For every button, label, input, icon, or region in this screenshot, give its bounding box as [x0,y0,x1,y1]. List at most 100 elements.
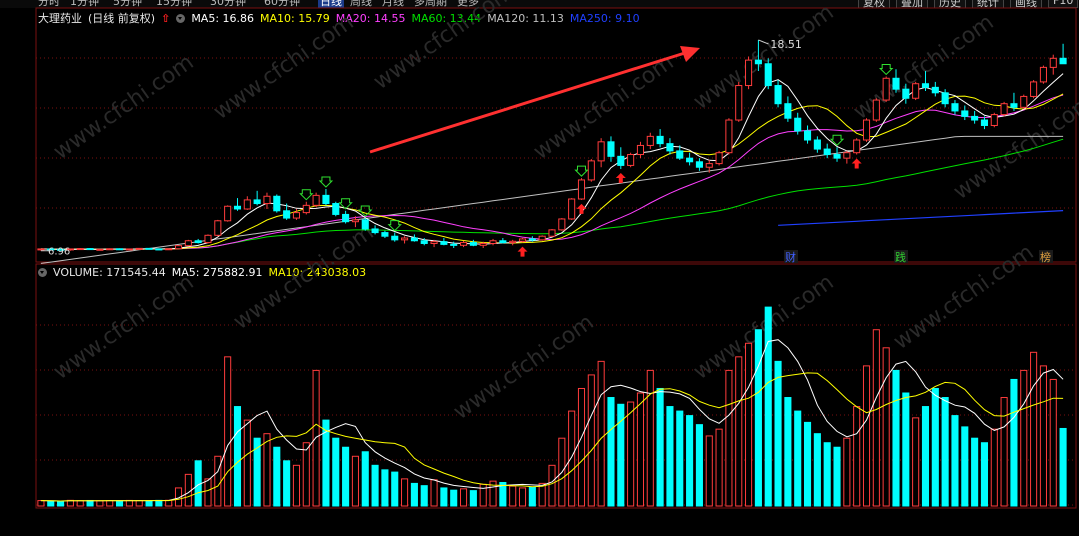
candle-body-68 [705,163,713,168]
ma250-line [778,210,1064,226]
candle-body-74 [764,63,772,87]
green-down-arrow-icon [387,220,402,232]
volume-bar-6 [96,500,104,507]
candle-body-63 [656,135,664,145]
candle-body-81 [833,154,841,159]
candle-body-24 [273,195,281,212]
watermark-text: www.cfchi.com [229,220,378,335]
volume-bar-26 [292,464,301,507]
volume-bar-99 [1010,378,1018,507]
candle-body-91 [931,86,939,94]
candle-body-48 [509,240,517,244]
volume-bar-20 [233,406,242,507]
candle-body-61 [636,144,645,156]
volume-bar-100 [1020,369,1028,507]
volume-bar-30 [332,437,340,507]
candle-body-41 [440,241,448,245]
candle-body-64 [666,143,674,152]
volume-bar-28 [312,369,320,507]
candle-body-92 [941,92,949,105]
volume-bar-18 [214,455,222,507]
watermark-text: www.cfchi.com [449,310,598,425]
candle-body-54 [568,198,576,220]
candle-body-30 [332,203,340,215]
volume-bar-67 [695,424,703,507]
candle-body-21 [243,199,251,210]
candle-body-23 [263,195,271,205]
volume-bar-60 [627,401,635,507]
volume-bar-32 [351,455,359,507]
volume-bar-11 [145,500,153,507]
candle-body-94 [961,110,969,117]
candle-body-77 [794,117,802,132]
candle-body-39 [420,240,428,244]
volume-bar-74 [764,306,772,507]
volume-bar-25 [283,460,291,507]
green-down-arrow-icon [299,189,314,201]
candle-body-78 [803,130,812,141]
candle-body-13 [165,248,173,251]
candle-body-40 [430,241,438,244]
volume-bar-101 [1030,351,1038,507]
candle-body-97 [990,114,998,126]
volume-bar-17 [204,478,212,507]
volume-bar-13 [165,499,173,507]
volume-bar-35 [381,469,389,507]
candle-body-59 [617,155,625,166]
volume-bar-93 [951,415,959,507]
annotation-arrow-head [680,46,700,62]
red-up-arrow-icon [615,173,626,184]
volume-bar-89 [912,417,920,507]
volume-bar-57 [597,360,605,507]
candle-body-83 [853,139,861,154]
candle-body-90 [921,83,930,88]
candle-body-37 [401,237,409,241]
candle-body-14 [174,245,183,250]
candle-body-101 [1030,81,1038,97]
candle-body-4 [76,248,84,251]
volume-bar-62 [646,369,654,507]
candle-body-73 [754,59,762,65]
volume-bar-1 [47,500,55,507]
kline-chart[interactable]: www.cfchi.com www.cfchi.com www.cfchi.com w… [0,0,1079,536]
volume-bar-85 [872,329,880,507]
candle-body-27 [302,204,310,214]
candle-body-15 [184,240,192,247]
candle-body-11 [145,247,153,250]
high-price-label: 18.51 [770,38,802,51]
volume-bar-38 [410,482,418,507]
volume-bar-65 [676,410,684,507]
volume-bar-34 [371,464,379,507]
volume-bar-73 [754,329,762,507]
watermark-text: www.cfchi.com [689,0,838,115]
green-down-arrow-icon [829,134,845,146]
watermark-text: www.cfchi.com [369,0,518,95]
volume-bar-45 [479,483,487,507]
candle-body-44 [469,242,477,246]
red-up-arrow-icon [517,246,528,257]
volume-bar-8 [115,500,124,507]
candle-body-84 [862,119,871,141]
candle-body-43 [459,242,468,246]
candle-body-42 [450,243,458,246]
candle-body-60 [627,154,635,166]
volume-bar-75 [774,360,782,507]
volume-bar-21 [243,419,251,507]
candle-body-75 [774,85,782,105]
volume-bar-24 [273,446,281,507]
candle-body-9 [125,248,133,251]
volume-bar-102 [1039,365,1047,507]
candle-body-70 [725,119,733,154]
volume-bar-33 [361,451,369,507]
volume-bar-92 [941,397,949,507]
candle-body-95 [971,115,979,121]
candle-body-25 [283,210,291,219]
candle-body-98 [1000,103,1008,116]
volume-bar-95 [971,437,979,507]
candle-body-102 [1039,66,1047,83]
candle-body-10 [135,247,143,250]
volume-bar-104 [1059,427,1067,507]
candle-body-62 [646,135,654,146]
volume-bar-80 [823,442,831,507]
watermark-text: www.cfchi.com [889,240,1038,355]
